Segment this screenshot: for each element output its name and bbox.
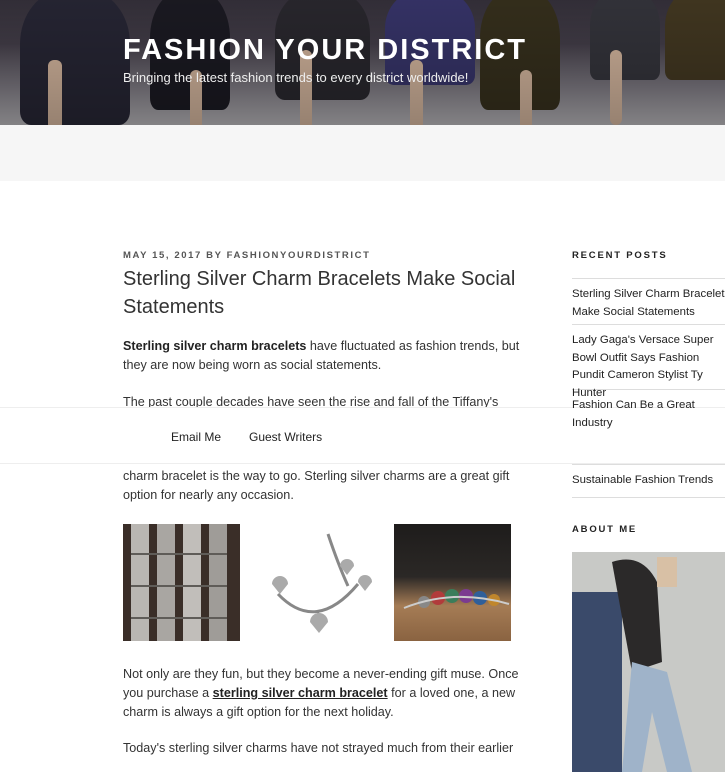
post-paragraph-1: Sterling silver charm bracelets have flu… (123, 337, 528, 375)
bracelet-photo-1 (123, 524, 240, 641)
recent-posts-heading: RECENT POSTS (572, 250, 668, 261)
recent-post-item[interactable]: Sterling Silver Charm Bracelets Make Soc… (572, 278, 725, 324)
bracelet-photo-3 (394, 524, 511, 641)
site-description: Bringing the latest fashion trends to ev… (123, 70, 469, 85)
nav-guest-writers[interactable]: Guest Writers (249, 430, 322, 444)
site-title[interactable]: FASHION YOUR DISTRICT (123, 34, 527, 67)
header-hero-image: FASHION YOUR DISTRICT Bringing the lates… (0, 0, 725, 125)
recent-post-item[interactable]: Sustainable Fashion Trends (572, 464, 725, 498)
nav-email-me[interactable]: Email Me (171, 430, 221, 444)
about-me-photo (572, 552, 725, 772)
about-me-heading: ABOUT ME (572, 524, 638, 535)
post-paragraph-3: charm bracelet is the way to go. Sterlin… (123, 469, 510, 502)
charm-bracelet-link[interactable]: sterling silver charm bracelet (213, 686, 388, 700)
post-meta: MAY 15, 2017 BY FASHIONYOURDISTRICT (123, 250, 371, 261)
recent-post-item[interactable]: Lady Gaga's Versace Super Bowl Outfit Sa… (572, 324, 725, 399)
post-title: Sterling Silver Charm Bracelets Make Soc… (123, 268, 516, 318)
post-paragraph-4: Not only are they fun, but they become a… (123, 665, 528, 722)
bracelet-photo-2 (258, 524, 375, 641)
recent-post-item[interactable]: Fashion Can Be a Great Industry (572, 389, 725, 464)
bold-keyword: Sterling silver charm bracelets (123, 339, 307, 353)
recent-posts-list: Sterling Silver Charm Bracelets Make Soc… (572, 278, 725, 498)
header-band (0, 125, 725, 181)
post-paragraph-5: Today's sterling silver charms have not … (123, 741, 514, 755)
